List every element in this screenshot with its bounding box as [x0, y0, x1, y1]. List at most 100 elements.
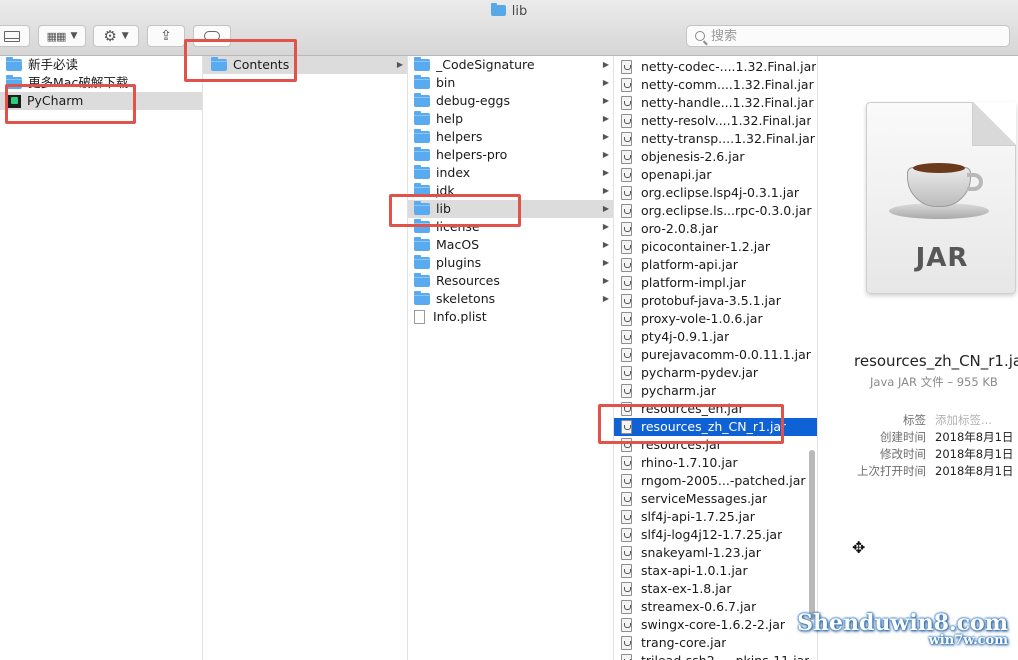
add-tag-field[interactable]: 添加标签... — [935, 412, 992, 428]
jar-file-item[interactable]: trilead-ssh2-...-pkins-11.jar — [614, 652, 817, 660]
jar-icon — [621, 168, 632, 182]
chevron-right-icon: ▶ — [602, 150, 609, 159]
share-button[interactable]: ⇪ — [147, 25, 185, 47]
jar-icon — [621, 456, 632, 470]
jar-icon — [621, 402, 632, 416]
action-button[interactable]: ⚙ ▼ — [93, 25, 139, 47]
jar-file-item[interactable]: resources_zh_CN_r1.jar — [614, 418, 817, 436]
jar-file-item[interactable]: pycharm-pydev.jar — [614, 364, 817, 382]
folder-icon — [414, 165, 430, 179]
jar-file-item[interactable]: trang-core.jar — [614, 634, 817, 652]
folder-item-plugins[interactable]: plugins ▶ — [408, 254, 613, 272]
jar-file-item[interactable]: platform-impl.jar — [614, 274, 817, 292]
search-input[interactable] — [711, 28, 991, 44]
chevron-right-icon: ▶ — [602, 186, 609, 195]
folder-item--codesignature[interactable]: _CodeSignature ▶ — [408, 56, 613, 74]
folder-icon — [6, 57, 22, 71]
jar-icon — [621, 60, 632, 74]
sidebar-item-more-downloads[interactable]: 更多Mac破解下载 — [0, 74, 202, 92]
jar-file-item[interactable]: snakeyaml-1.23.jar — [614, 544, 817, 562]
folder-icon — [414, 291, 430, 305]
jar-file-item[interactable]: purejavacomm-0.0.11.1.jar — [614, 346, 817, 364]
metadata-key: 修改时间 — [880, 447, 926, 461]
folder-icon — [414, 255, 430, 269]
jar-file-item[interactable]: protobuf-java-3.5.1.jar — [614, 292, 817, 310]
jar-file-item[interactable]: stax-ex-1.8.jar — [614, 580, 817, 598]
jar-file-item[interactable]: org.eclipse.ls...rpc-0.3.0.jar — [614, 202, 817, 220]
gear-icon: ⚙ — [103, 27, 117, 45]
jar-icon — [621, 438, 632, 452]
column-contents: _CodeSignature ▶ bin ▶ debug-eggs ▶ help ▶ helpe… — [408, 56, 614, 660]
folder-icon — [414, 147, 430, 161]
folder-item-helpers-pro[interactable]: helpers-pro ▶ — [408, 146, 613, 164]
folder-icon — [414, 219, 430, 233]
folder-item-contents[interactable]: Contents ▶ — [203, 56, 407, 74]
jar-icon — [621, 240, 632, 254]
jar-file-item[interactable]: stax-api-1.0.1.jar — [614, 562, 817, 580]
sidebar-item-new-user[interactable]: 新手必读 — [0, 56, 202, 74]
folder-item-index[interactable]: index ▶ — [408, 164, 613, 182]
jar-file-item[interactable]: resources.jar — [614, 436, 817, 454]
sidebar-item-pycharm[interactable]: PyCharm — [0, 92, 202, 110]
view-mode-button[interactable] — [0, 25, 30, 47]
metadata-value: 2018年8月1日 1 — [935, 430, 1018, 444]
jar-file-item[interactable]: openapi.jar — [614, 166, 817, 184]
metadata-key: 上次打开时间 — [857, 464, 926, 478]
jar-icon — [621, 582, 632, 596]
preview-file-kind: Java JAR 文件 – 955 KB — [870, 375, 998, 389]
folder-item-helpers[interactable]: helpers ▶ — [408, 128, 613, 146]
jar-file-item[interactable]: objenesis-2.6.jar — [614, 148, 817, 166]
jar-file-item[interactable]: netty-transp....1.32.Final.jar — [614, 130, 817, 148]
jar-file-item[interactable]: pty4j-0.9.1.jar — [614, 328, 817, 346]
chevron-down-icon: ▼ — [121, 31, 129, 41]
jar-file-item[interactable]: netty-comm....1.32.Final.jar — [614, 76, 817, 94]
search-field[interactable] — [686, 25, 1010, 47]
chevron-right-icon: ▶ — [602, 168, 609, 177]
folder-item-resources[interactable]: Resources ▶ — [408, 272, 613, 290]
folder-item-help[interactable]: help ▶ — [408, 110, 613, 128]
jar-file-item[interactable]: slf4j-api-1.7.25.jar — [614, 508, 817, 526]
jar-icon — [621, 546, 632, 560]
window-title: lib — [0, 3, 1018, 20]
preview-file-name: resources_zh_CN_r1.jar — [854, 352, 1018, 370]
folder-item-license[interactable]: license ▶ — [408, 218, 613, 236]
jar-file-item[interactable]: serviceMessages.jar — [614, 490, 817, 508]
share-icon: ⇪ — [160, 28, 172, 44]
tag-button[interactable] — [193, 25, 231, 47]
jar-file-item[interactable]: netty-codec-....1.32.Final.jar — [614, 58, 817, 76]
jar-file-item[interactable]: slf4j-log4j12-1.7.25.jar — [614, 526, 817, 544]
jar-icon — [621, 132, 632, 146]
chevron-right-icon: ▶ — [602, 240, 609, 249]
folder-item-bin[interactable]: bin ▶ — [408, 74, 613, 92]
jar-file-item[interactable]: streamex-0.6.7.jar — [614, 598, 817, 616]
folder-item-info-plist[interactable]: Info.plist — [408, 308, 613, 326]
jar-file-item[interactable]: oro-2.0.8.jar — [614, 220, 817, 238]
arrange-button[interactable]: ▦▦ ▼ — [38, 25, 86, 47]
folder-item-macos[interactable]: MacOS ▶ — [408, 236, 613, 254]
jar-icon — [621, 114, 632, 128]
jar-file-item[interactable]: netty-resolv....1.32.Final.jar — [614, 112, 817, 130]
jar-file-item[interactable]: rngom-2005...-patched.jar — [614, 472, 817, 490]
jar-file-item[interactable]: netty-handle...1.32.Final.jar — [614, 94, 817, 112]
folder-item-skeletons[interactable]: skeletons ▶ — [408, 290, 613, 308]
jar-file-item[interactable]: pycharm.jar — [614, 382, 817, 400]
jar-file-item[interactable]: platform-api.jar — [614, 256, 817, 274]
chevron-down-icon: ▼ — [70, 31, 78, 41]
metadata-key: 创建时间 — [880, 430, 926, 444]
jar-file-item[interactable]: resources_en.jar — [614, 400, 817, 418]
metadata-key: 标签 — [903, 413, 926, 427]
folder-icon — [414, 201, 430, 215]
folder-item-lib[interactable]: lib ▶ — [408, 200, 613, 218]
pycharm-app-icon — [8, 94, 21, 108]
jar-file-item[interactable]: rhino-1.7.10.jar — [614, 454, 817, 472]
jar-file-item[interactable]: org.eclipse.lsp4j-0.3.1.jar — [614, 184, 817, 202]
chevron-right-icon: ▶ — [602, 294, 609, 303]
folder-item-jdk[interactable]: jdk ▶ — [408, 182, 613, 200]
jar-file-item[interactable]: swingx-core-1.6.2-2.jar — [614, 616, 817, 634]
jar-file-item[interactable]: picocontainer-1.2.jar — [614, 238, 817, 256]
jar-file-item[interactable]: proxy-vole-1.0.6.jar — [614, 310, 817, 328]
chevron-right-icon: ▶ — [602, 60, 609, 69]
vertical-scrollbar[interactable] — [809, 450, 815, 620]
folder-item-debug-eggs[interactable]: debug-eggs ▶ — [408, 92, 613, 110]
jar-icon — [621, 492, 632, 506]
